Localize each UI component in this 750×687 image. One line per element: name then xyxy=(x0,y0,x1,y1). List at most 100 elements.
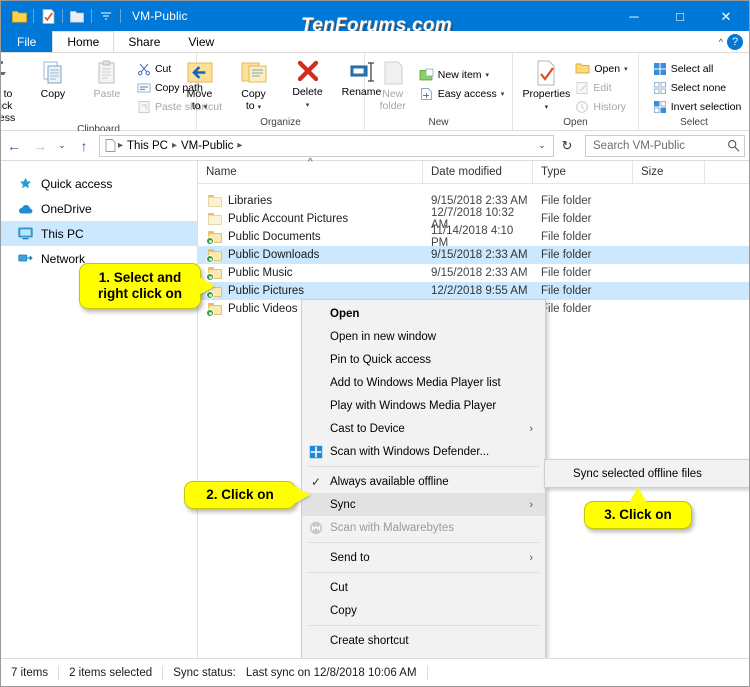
history-button[interactable]: History xyxy=(572,97,630,116)
context-menu: Open Open in new window Pin to Quick acc… xyxy=(301,299,546,686)
submenu-item-sync-selected-offline-files[interactable]: Sync selected offline files xyxy=(545,462,749,485)
table-row[interactable]: Public Documents 11/14/2018 4:10 PM File… xyxy=(198,225,749,249)
context-menu-item-sync[interactable]: Sync › xyxy=(302,493,545,516)
edit-button[interactable]: Edit xyxy=(572,78,630,97)
copy-button[interactable]: Copy xyxy=(26,57,80,101)
column-header-date-modified[interactable]: Date modified xyxy=(423,160,533,184)
column-header-name[interactable]: Name ^ xyxy=(198,157,423,184)
maximize-button[interactable]: □ xyxy=(657,1,703,31)
move-to-button[interactable]: Move to ▾ xyxy=(173,57,227,113)
column-header-type-label: Type xyxy=(541,166,566,178)
context-menu-item-scan-with-windows-defender[interactable]: Scan with Windows Defender... xyxy=(302,440,545,463)
status-item-count: 7 items xyxy=(11,666,49,679)
sidebar-item-onedrive[interactable]: OneDrive xyxy=(1,196,197,221)
search-placeholder: Search VM-Public xyxy=(593,139,686,152)
table-row[interactable]: Public Downloads 9/15/2018 2:33 AM File … xyxy=(198,246,749,264)
context-menu-divider-1 xyxy=(308,466,539,467)
refresh-button[interactable]: ↻ xyxy=(554,133,580,159)
new-item-button[interactable]: New item ▾ xyxy=(416,65,507,84)
ribbon-group-select-label: Select xyxy=(680,117,708,128)
context-menu-item-cut[interactable]: Cut xyxy=(302,576,545,599)
select-all-button[interactable]: Select all xyxy=(650,59,745,78)
open-button[interactable]: Open ▾ xyxy=(572,59,630,78)
pin-to-quick-access-button[interactable]: Pin to Quickaccess xyxy=(0,57,26,124)
navigation-pane: Quick access OneDrive This PC Network xyxy=(1,161,198,658)
tab-share[interactable]: Share xyxy=(114,31,175,52)
folder-sync-icon xyxy=(206,231,222,245)
copy-to-button[interactable]: Copy to ▾ xyxy=(227,57,281,113)
address-input[interactable]: ▸ This PC ▸ VM-Public ▸ ⌄ xyxy=(99,133,554,159)
back-button[interactable]: ← xyxy=(1,133,27,159)
column-header-date-label: Date modified xyxy=(431,166,502,178)
invert-selection-button[interactable]: Invert selection xyxy=(650,97,745,116)
file-type: File folder xyxy=(541,267,592,279)
paste-label: Paste xyxy=(93,88,121,100)
table-row[interactable]: Public Pictures 12/2/2018 9:55 AM File f… xyxy=(198,282,749,300)
chevron-down-icon: ▾ xyxy=(485,71,490,79)
search-input[interactable]: Search VM-Public xyxy=(585,134,745,157)
new-folder-button[interactable]: New folder xyxy=(370,57,416,113)
context-menu-item-pin-to-quick-access[interactable]: Pin to Quick access xyxy=(302,348,545,371)
context-menu-item-open-in-new-window[interactable]: Open in new window xyxy=(302,325,545,348)
column-header-size[interactable]: Size xyxy=(633,160,705,184)
paste-button[interactable]: Paste xyxy=(80,57,134,101)
context-menu-item-play-with-wmp[interactable]: Play with Windows Media Player xyxy=(302,394,545,417)
context-menu-item-always-available-offline[interactable]: ✓ Always available offline xyxy=(302,470,545,493)
file-name: Public Documents xyxy=(228,231,321,243)
breadcrumb-separator-0[interactable]: ▸ xyxy=(116,140,125,151)
callout-step-3-text: 3. Click on xyxy=(604,507,672,522)
recent-locations-button[interactable]: ⌄ xyxy=(53,133,71,159)
new-small-buttons: New item ▾ Easy access ▾ xyxy=(416,57,507,103)
help-icon[interactable]: ? xyxy=(727,34,743,50)
open-small-buttons: Open ▾ Edit History xyxy=(572,57,630,116)
minimize-button[interactable]: ─ xyxy=(611,1,657,31)
properties-button[interactable]: Properties ▾ xyxy=(520,57,572,113)
sidebar-item-this-pc[interactable]: This PC xyxy=(1,221,197,246)
tab-file[interactable]: File xyxy=(1,31,53,52)
new-folder-icon xyxy=(380,59,406,87)
sidebar-label-this-pc: This PC xyxy=(41,226,84,241)
column-header-type[interactable]: Type xyxy=(533,160,633,184)
breadcrumb-this-pc[interactable]: This PC xyxy=(125,140,170,152)
context-menu-item-send-to[interactable]: Send to › xyxy=(302,546,545,569)
context-menu-item-scan-with-malwarebytes[interactable]: Scan with Malwarebytes xyxy=(302,516,545,539)
monitor-icon xyxy=(17,227,33,240)
table-row[interactable]: Public Music 9/15/2018 2:33 AM File fold… xyxy=(198,264,749,282)
folder-sync-icon xyxy=(206,249,222,263)
file-type: File folder xyxy=(541,195,592,207)
tab-home[interactable]: Home xyxy=(52,31,115,52)
column-headers: Name ^ Date modified Type Size xyxy=(198,157,749,184)
address-dropdown-icon[interactable]: ⌄ xyxy=(533,133,551,159)
forward-button[interactable]: → xyxy=(27,133,53,159)
callout-tail-up xyxy=(629,487,647,503)
select-none-button[interactable]: Select none xyxy=(650,78,745,97)
breadcrumb-separator-2[interactable]: ▸ xyxy=(235,140,244,151)
move-to-label: Move to ▾ xyxy=(186,88,213,112)
context-menu-item-copy[interactable]: Copy xyxy=(302,599,545,622)
delete-button[interactable]: Delete ▾ xyxy=(281,57,335,111)
context-menu-item-create-shortcut[interactable]: Create shortcut xyxy=(302,629,545,652)
breadcrumb-separator-1[interactable]: ▸ xyxy=(170,140,179,151)
easy-access-button[interactable]: Easy access ▾ xyxy=(416,84,507,103)
collapse-ribbon-icon[interactable]: ^ xyxy=(719,37,723,47)
customize-qat-icon[interactable] xyxy=(95,5,117,27)
new-item-label: New item xyxy=(437,68,482,81)
up-button[interactable]: ↑ xyxy=(71,133,97,159)
sidebar-item-quick-access[interactable]: Quick access xyxy=(1,171,197,196)
pin-to-quick-access-label: Pin to Quickaccess xyxy=(0,88,16,124)
edit-label: Edit xyxy=(593,81,612,94)
file-type: File folder xyxy=(541,303,592,315)
properties-icon[interactable] xyxy=(37,5,59,27)
context-menu-item-cast-to-device[interactable]: Cast to Device › xyxy=(302,417,545,440)
new-folder-icon[interactable] xyxy=(66,5,88,27)
folder-icon[interactable] xyxy=(8,5,30,27)
tab-view[interactable]: View xyxy=(174,31,229,52)
search-icon[interactable] xyxy=(727,139,740,152)
sidebar-label-network: Network xyxy=(41,251,86,266)
context-menu-item-add-to-wmp-list[interactable]: Add to Windows Media Player list xyxy=(302,371,545,394)
breadcrumb-vm-public[interactable]: VM-Public xyxy=(179,140,235,152)
close-button[interactable]: ✕ xyxy=(703,1,749,31)
folder-icon xyxy=(208,195,222,207)
edit-icon xyxy=(575,81,589,95)
context-menu-item-open[interactable]: Open xyxy=(302,302,545,325)
